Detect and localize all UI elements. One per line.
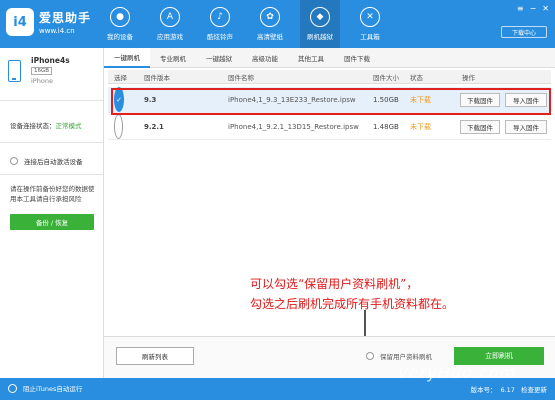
flower-icon: ✿ <box>260 7 280 27</box>
connection-label: 设备连接状态： <box>10 122 56 130</box>
tab-advanced[interactable]: 高级功能 <box>242 48 288 68</box>
tab-pro-flash[interactable]: 专业刷机 <box>150 48 196 68</box>
nav-label: 应用游戏 <box>157 33 183 41</box>
auto-activate-option[interactable]: 连接后自动激活设备 <box>10 156 83 166</box>
firmware-state: 未下载 <box>410 122 431 131</box>
menu-icon[interactable]: ≡ <box>517 4 524 13</box>
nav-label: 高清壁纸 <box>257 33 283 41</box>
device-capacity: 16GB <box>31 67 53 75</box>
firmware-table-header: 选择 固件版本 固件名称 固件大小 状态 操作 <box>108 70 551 84</box>
select-radio[interactable] <box>114 114 123 139</box>
header-state: 状态 <box>410 73 423 82</box>
device-name: iPhone4s <box>31 56 70 65</box>
tab-one-click-jailbreak[interactable]: 一键越狱 <box>196 48 242 68</box>
apple-icon: ● <box>110 7 130 27</box>
nav-flash-jailbreak[interactable]: ◆ 刷机越狱 <box>300 0 340 48</box>
app-url: www.i4.cn <box>39 27 75 35</box>
logo-mark: i4 <box>6 8 34 36</box>
backup-restore-button[interactable]: 备份 / 恢复 <box>10 214 94 230</box>
backup-hint: 请在操作前备份好您的数据使用本工具请自行承担风险 <box>10 185 95 203</box>
window-controls: ≡ − ✕ <box>511 4 549 13</box>
divider <box>0 174 103 175</box>
nav-label: 酷炫铃声 <box>207 33 233 41</box>
connection-status: 设备连接状态：正常模式 <box>10 120 82 130</box>
app-name: 爱思助手 <box>39 11 92 25</box>
main-panel: 一键刷机 专业刷机 一键越狱 高级功能 其他工具 固件下载 选择 固件版本 固件… <box>104 48 555 378</box>
check-update-link[interactable]: 检查更新 <box>521 386 547 394</box>
tab-firmware-download[interactable]: 固件下载 <box>334 48 380 68</box>
table-row[interactable]: 9.2.1 iPhone4,1_9.2.1_13D15_Restore.ipsw… <box>108 114 551 140</box>
minimize-icon[interactable]: − <box>530 4 537 13</box>
refresh-list-button[interactable]: 刷新列表 <box>116 347 194 365</box>
tab-one-click-flash[interactable]: 一键刷机 <box>104 48 150 68</box>
block-itunes-option[interactable]: 阻止iTunes自动运行 <box>8 383 82 393</box>
nav-label: 工具箱 <box>360 33 380 41</box>
nav-apps-games[interactable]: A 应用游戏 <box>150 0 190 48</box>
close-icon[interactable]: ✕ <box>542 4 549 13</box>
connection-value: 正常模式 <box>55 122 82 130</box>
keep-data-option[interactable]: 保留用户资料刷机 <box>366 351 432 361</box>
download-firmware-button[interactable]: 下载固件 <box>460 120 500 134</box>
app-logo: i4 爱思助手 www.i4.cn <box>6 8 91 36</box>
annotation-line-2: 勾选之后刷机完成所有手机资料都在。 <box>250 297 455 311</box>
selected-row-highlight <box>111 88 551 115</box>
app-store-icon: A <box>160 7 180 27</box>
download-center-button[interactable]: 下载中心 <box>501 26 547 38</box>
tab-bar: 一键刷机 专业刷机 一键越狱 高级功能 其他工具 固件下载 <box>104 48 555 68</box>
tools-icon: ✕ <box>360 7 380 27</box>
nav-toolbox[interactable]: ✕ 工具箱 <box>350 0 390 48</box>
divider <box>0 100 103 101</box>
bell-icon: ♪ <box>210 7 230 27</box>
firmware-size: 1.48GB <box>373 122 399 131</box>
device-card: iPhone4s 16GB iPhone <box>8 56 70 85</box>
annotation-text: 可以勾选“保留用户资料刷机”， 勾选之后刷机完成所有手机资料都在。 <box>250 274 540 314</box>
top-bar: i4 爱思助手 www.i4.cn ● 我的设备 A 应用游戏 ♪ 酷炫铃声 ✿… <box>0 0 555 48</box>
firmware-version: 9.2.1 <box>144 122 164 131</box>
nav-wallpapers[interactable]: ✿ 高清壁纸 <box>250 0 290 48</box>
import-firmware-button[interactable]: 导入固件 <box>505 120 547 134</box>
nav-my-device[interactable]: ● 我的设备 <box>100 0 140 48</box>
sidebar: iPhone4s 16GB iPhone 设备连接状态：正常模式 连接后自动激活… <box>0 48 104 378</box>
version-info: 版本号： 6.17 检查更新 <box>466 384 547 394</box>
nav-ringtones[interactable]: ♪ 酷炫铃声 <box>200 0 240 48</box>
auto-activate-label: 连接后自动激活设备 <box>24 158 83 166</box>
keep-data-label: 保留用户资料刷机 <box>380 353 432 361</box>
tab-other-tools[interactable]: 其他工具 <box>288 48 334 68</box>
auto-activate-radio[interactable] <box>10 157 18 165</box>
phone-icon <box>8 60 21 82</box>
version-number: 6.17 <box>500 386 515 394</box>
header-name: 固件名称 <box>228 73 254 82</box>
header-size: 固件大小 <box>373 73 399 82</box>
header-ops: 操作 <box>462 73 475 82</box>
dropbox-icon: ◆ <box>310 7 330 27</box>
header-version: 固件版本 <box>144 73 170 82</box>
keep-data-radio[interactable] <box>366 352 374 360</box>
firmware-name: iPhone4,1_9.2.1_13D15_Restore.ipsw <box>228 122 359 131</box>
block-itunes-radio[interactable] <box>8 383 17 393</box>
header-select: 选择 <box>114 73 127 82</box>
annotation-line-1: 可以勾选“保留用户资料刷机”， <box>250 277 419 291</box>
nav-label: 我的设备 <box>107 33 133 41</box>
nav-label: 刷机越狱 <box>307 33 333 41</box>
watermark: VeryHuo.com <box>398 363 517 382</box>
block-itunes-label: 阻止iTunes自动运行 <box>23 385 83 393</box>
device-type: iPhone <box>31 77 53 85</box>
main-nav: ● 我的设备 A 应用游戏 ♪ 酷炫铃声 ✿ 高清壁纸 ◆ 刷机越狱 ✕ 工具箱 <box>100 0 400 48</box>
version-label: 版本号： <box>470 386 497 394</box>
divider <box>0 142 103 143</box>
